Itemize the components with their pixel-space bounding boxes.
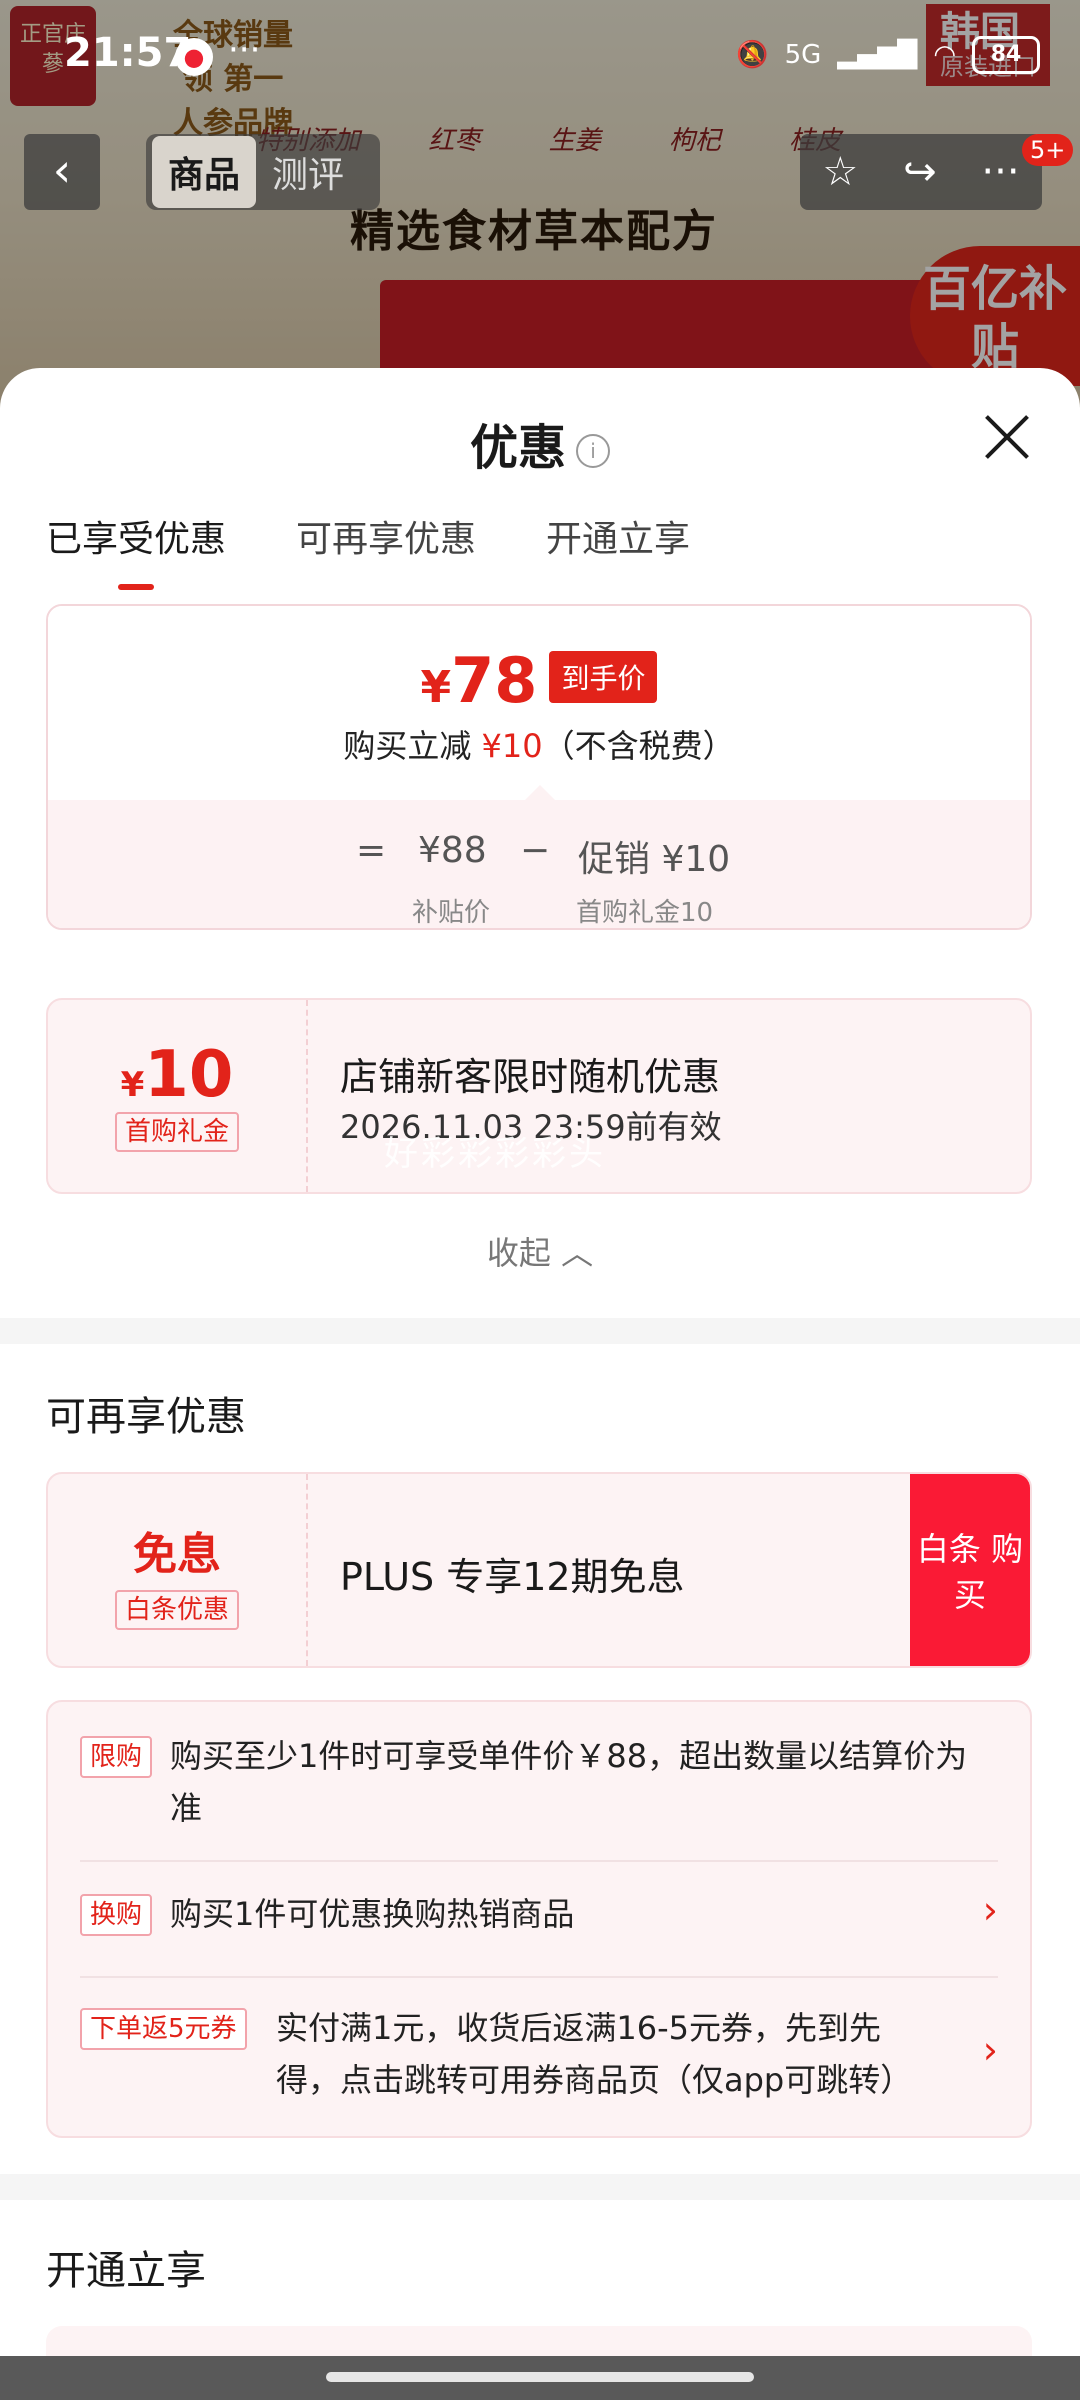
coupon-type-pill: 首购礼金	[114, 1112, 239, 1152]
formula-equals: =	[356, 830, 387, 871]
info-icon[interactable]: i	[576, 434, 610, 468]
installment-title: PLUS 专享12期免息	[340, 1555, 685, 1599]
rule-text: 购买1件可优惠换购热销商品	[170, 1895, 575, 1933]
collapse-button[interactable]: 收起 ︿	[0, 1228, 1080, 1274]
status-bar: 21:57 ● ··· 🔕 5G ▂▄▆█ ◠ 84	[0, 30, 1080, 90]
baitiao-buy-button[interactable]: 白条 购买	[910, 1474, 1030, 1666]
tab-more-discounts[interactable]: 可再享优惠	[296, 510, 476, 562]
tab-review[interactable]: 测评	[256, 136, 360, 208]
signal-icon: ▂▄▆█	[837, 40, 918, 70]
tab-open-to-enjoy[interactable]: 开通立享	[546, 510, 690, 562]
chevron-right-icon: ›	[982, 1888, 998, 1932]
base-price-label: 补贴价	[412, 898, 491, 928]
rule-text: 实付满1元，收货后返满16-5元券，先到先得，点击跳转可用券商品页（仅app可跳…	[276, 2009, 913, 2099]
final-price-tag: 到手价	[549, 651, 658, 703]
discount-sheet: 优惠 i 已享受优惠 可再享优惠 开通立享 ¥78 到手价 购买立减 ¥10（不含税…	[0, 368, 1080, 2358]
battery-icon: 84	[972, 36, 1040, 74]
home-indicator[interactable]	[326, 2372, 754, 2382]
rule-text: 购买至少1件时可享受单件价￥88，超出数量以结算价为准	[170, 1737, 968, 1827]
reduction-summary: 购买立减 ¥10（不含税费）	[343, 727, 735, 765]
back-button[interactable]: ‹	[24, 134, 100, 210]
first-purchase-coupon: ¥10 首购礼金 店铺新客限时随机优惠 2026.11.03 23:59前有效 …	[46, 998, 1032, 1194]
tab-enjoyed[interactable]: 已享受优惠	[46, 510, 226, 590]
nav-tabs: 商品 测评	[146, 134, 380, 210]
rule-exchange[interactable]: 换购 购买1件可优惠换购热销商品 ›	[80, 1888, 998, 1944]
rule-chip: 限购	[80, 1736, 153, 1778]
wifi-icon: ◠	[933, 40, 956, 70]
coupon-amount: ¥10	[120, 1038, 234, 1112]
rule-chip: 下单返5元券	[80, 2008, 247, 2050]
discount-tabs: 已享受优惠 可再享优惠 开通立享	[46, 510, 690, 590]
favorite-icon[interactable]: ☆	[822, 149, 858, 195]
network-label: 5G	[784, 40, 822, 70]
installment-amount: 免息	[133, 1529, 221, 1580]
chevron-up-icon: ︿	[561, 1234, 594, 1272]
promotion-rules: 限购 购买至少1件时可享受单件价￥88，超出数量以结算价为准 换购 购买1件可优…	[46, 1700, 1032, 2138]
rule-return-coupon[interactable]: 下单返5元券 实付满1元，收货后返满16-5元券，先到先得，点击跳转可用券商品页…	[80, 2002, 998, 2114]
price-formula: = ¥88 补贴价 − 促销 ¥10 首购礼金10	[48, 800, 1030, 928]
coupon-watermark: 好彩彩彩彩头	[384, 1134, 606, 1174]
product-navbar: ‹ 商品 测评 ☆ ↪ ···	[0, 130, 1080, 216]
close-button[interactable]	[982, 412, 1032, 462]
chevron-right-icon: ›	[982, 2028, 998, 2072]
notification-app-icon: ●	[175, 38, 213, 76]
installment-pill: 白条优惠	[114, 1590, 239, 1630]
sheet-title: 优惠 i	[0, 408, 1080, 478]
promo-label: 首购礼金10	[576, 898, 714, 928]
base-price: ¥88	[418, 830, 487, 871]
more-icon[interactable]: ···	[981, 149, 1019, 195]
tab-product[interactable]: 商品	[152, 136, 257, 208]
share-icon[interactable]: ↪	[903, 149, 937, 195]
coupon-title: 店铺新客限时随机优惠	[340, 1055, 721, 1099]
price-breakdown-card: ¥78 到手价 购买立减 ¥10（不含税费） = ¥88 补贴价 − 促销 ¥10…	[46, 604, 1032, 930]
section-more-discounts-title: 可再享优惠	[46, 1394, 246, 1440]
mute-icon: 🔕	[736, 40, 769, 70]
message-count-badge: 5+	[1022, 134, 1074, 166]
final-price: ¥78 到手价	[48, 606, 1030, 717]
more-notifications-icon: ···	[228, 30, 261, 70]
status-time: 21:57	[64, 30, 192, 76]
rule-chip: 换购	[80, 1894, 153, 1936]
section-open-to-enjoy-title: 开通立享	[46, 2248, 206, 2294]
gesture-bar-area	[0, 2356, 1080, 2400]
nav-actions: ☆ ↪ ···	[800, 134, 1042, 210]
open-to-enjoy-card	[46, 2326, 1032, 2358]
installment-coupon: 免息 白条优惠 PLUS 专享12期免息 白条 购买	[46, 1472, 1032, 1668]
formula-minus: −	[520, 830, 551, 871]
promo-amount: 促销 ¥10	[578, 839, 731, 880]
